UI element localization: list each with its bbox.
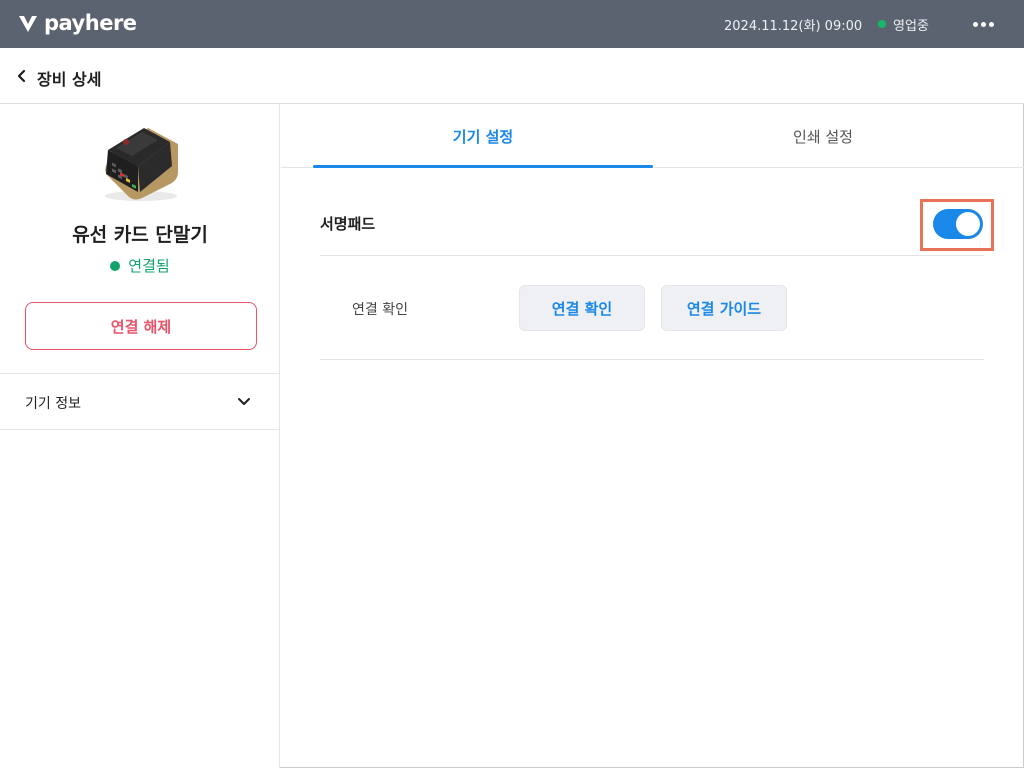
device-info-label: 기기 정보 [25, 396, 81, 412]
top-bar: payhere 2024.11.12(화) 09:00 영업중 [0, 0, 1024, 48]
back-button[interactable] [12, 64, 32, 88]
connection-guide-button[interactable]: 연결 가이드 [661, 285, 787, 331]
tab-device-settings[interactable]: 기기 설정 [313, 104, 653, 168]
chevron-down-icon [238, 398, 250, 405]
signature-pad-toggle[interactable] [933, 209, 983, 239]
divider [320, 359, 984, 360]
connection-status-text: 연결됨 [128, 257, 170, 275]
store-status-text: 영업중 [893, 19, 929, 34]
current-datetime: 2024.11.12(화) 09:00 [724, 19, 863, 34]
brand-logo: payhere [18, 11, 137, 35]
settings-tabs: 기기 설정 인쇄 설정 [281, 104, 1024, 168]
connected-dot [110, 260, 121, 271]
device-summary-panel: 유선 카드 단말기 연결됨 연결 해제 기기 정보 [0, 104, 280, 768]
brand-name: payhere [44, 11, 137, 35]
page-header: 장비 상세 [0, 48, 1024, 104]
chevron-left-icon [17, 69, 26, 83]
connection-check-label: 연결 확인 [352, 302, 408, 318]
device-name: 유선 카드 단말기 [72, 224, 208, 246]
store-status-dot [878, 20, 886, 28]
card-terminal-image [105, 128, 178, 201]
connection-status: 연결됨 [0, 255, 280, 276]
signature-pad-label: 서명패드 [320, 215, 376, 233]
active-tab-indicator [313, 165, 653, 168]
payhere-logo-icon [19, 16, 37, 32]
more-dots-icon[interactable] [968, 12, 998, 36]
device-info-accordion[interactable]: 기기 정보 [0, 373, 280, 430]
tab-print-settings[interactable]: 인쇄 설정 [653, 104, 993, 168]
toggle-knob [956, 212, 980, 236]
connection-check-button[interactable]: 연결 확인 [519, 285, 645, 331]
page-title: 장비 상세 [37, 70, 102, 89]
disconnect-button[interactable]: 연결 해제 [25, 302, 257, 350]
divider [320, 255, 984, 256]
